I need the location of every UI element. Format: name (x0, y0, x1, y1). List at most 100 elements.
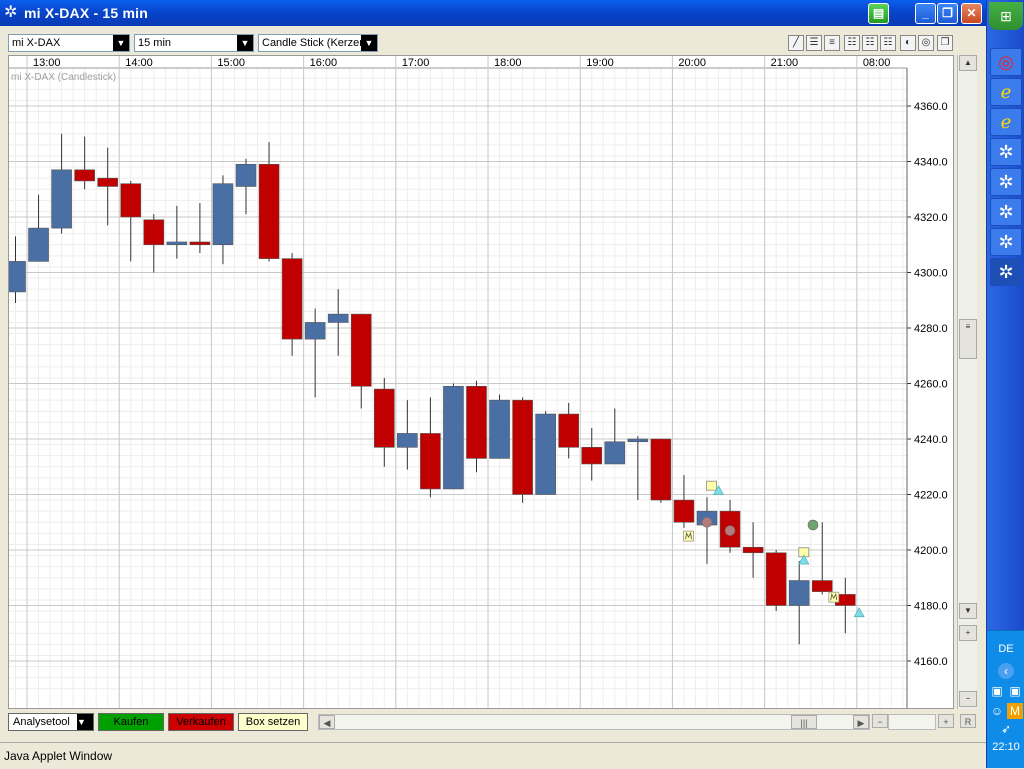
candle-body (166, 241, 188, 246)
app-logo-icon[interactable]: ✲ (990, 198, 1022, 226)
candle-body (673, 499, 695, 523)
signal-m-marker (683, 530, 694, 542)
candle-body (9, 261, 26, 293)
candle-body (811, 580, 833, 592)
zoom-out-x-icon[interactable]: − (872, 714, 888, 728)
reset-button[interactable]: R (960, 714, 976, 728)
candle-body (281, 258, 303, 340)
detach-window-icon[interactable]: ❐ (937, 35, 953, 51)
candle-body (443, 385, 464, 490)
candle-body (604, 441, 626, 465)
chart-toolbar: mi X-DAX ▼ 15 min ▼ Candle Stick (Kerzen… (6, 31, 956, 55)
window-title: mi X-DAX - 15 min (24, 5, 148, 21)
candle-body (466, 385, 487, 459)
candle-body (189, 241, 211, 246)
app-logo-icon[interactable]: ✲ (990, 168, 1022, 196)
analysetool-label: Analysetool (13, 716, 70, 728)
zoom-x-track[interactable] (888, 714, 936, 730)
symbol-select[interactable]: mi X-DAX ▼ (8, 34, 130, 52)
zoom-out-icon[interactable]: − (959, 691, 977, 707)
status-text: Java Applet Window (4, 749, 113, 763)
mail-icon[interactable]: M (1007, 703, 1023, 719)
settings-icon[interactable]: ◎ (918, 35, 934, 51)
chevron-down-icon[interactable]: ▼ (77, 714, 93, 730)
minimize-button[interactable]: _ (915, 3, 936, 24)
interval-select[interactable]: 15 min ▼ (134, 34, 254, 52)
candle-body (535, 413, 556, 495)
rocket-icon[interactable]: ➶ (998, 721, 1014, 737)
candle-body (512, 399, 533, 495)
internet-explorer-icon[interactable]: ℯ (990, 78, 1022, 106)
app-logo-icon[interactable]: ✲ (990, 228, 1022, 256)
signal-circle-marker (724, 525, 736, 536)
signal-circle-marker (807, 519, 819, 531)
vertical-scrollbar[interactable]: ▲ ≡ ▼ + − (957, 55, 977, 709)
sell-button[interactable]: Verkaufen (168, 713, 234, 731)
horizontal-scrollbar[interactable]: ◀ ||| ▶ (318, 714, 870, 730)
candle-body (742, 546, 764, 554)
x-tick-label: 18:00 (494, 57, 522, 69)
language-indicator[interactable]: DE (987, 643, 1024, 655)
network-icon[interactable]: ▣ (989, 683, 1005, 699)
list-icon[interactable]: ☷ (880, 35, 896, 51)
buy-button[interactable]: Kaufen (98, 713, 164, 731)
candle-body (235, 163, 257, 187)
y-tick-label: 4180.0 (914, 601, 948, 613)
taskbar: ⊞ ◎ ℯ ℯ ✲ ✲ ✲ ✲ ✲ DE ‹ ▣ ▣ ☺ M ➶ 22:10 (986, 0, 1024, 768)
x-tick-label: 19:00 (586, 57, 614, 69)
app-logo-icon[interactable]: ✲ (990, 258, 1022, 286)
candlestick-chart[interactable]: 4160.0 4180.0 4200.0 4220.0 4240.0 4260.0 4280… (9, 56, 954, 709)
chevron-down-icon[interactable]: ▼ (113, 35, 129, 51)
candle-body (373, 388, 395, 448)
chart-area[interactable]: 4160.0 4180.0 4200.0 4220.0 4240.0 4260.0 4280… (8, 55, 954, 709)
scroll-thumb[interactable]: ≡ (959, 319, 977, 359)
charttype-select[interactable]: Candle Stick (Kerzen) ▼ (258, 34, 378, 52)
network-icon[interactable]: ▣ (1007, 683, 1023, 699)
scroll-down-icon[interactable]: ▼ (959, 603, 977, 619)
start-button[interactable]: ⊞ (989, 2, 1023, 30)
app-logo-icon[interactable]: ✲ (990, 138, 1022, 166)
scroll-up-icon[interactable]: ▲ (959, 55, 977, 71)
expand-tray-icon[interactable]: ‹ (998, 663, 1014, 679)
zoom-in-x-icon[interactable]: + (938, 714, 954, 728)
scroll-right-icon[interactable]: ▶ (853, 715, 869, 729)
scroll-thumb[interactable]: ||| (791, 715, 817, 729)
y-tick-label: 4360.0 (914, 101, 948, 113)
clock: 22:10 (992, 741, 1020, 753)
candle-body (51, 169, 72, 229)
x-tick-label: 17:00 (402, 57, 430, 69)
candle-body (788, 580, 810, 606)
grid-lines-icon[interactable]: ☷ (844, 35, 860, 51)
y-tick-label: 4240.0 (914, 434, 948, 446)
fibonacci-icon[interactable]: ≡ (824, 35, 840, 51)
y-tick-label: 4220.0 (914, 490, 948, 502)
internet-explorer-icon[interactable]: ℯ (990, 108, 1022, 136)
candle-body (581, 447, 603, 465)
set-box-button[interactable]: Box setzen (238, 713, 308, 731)
chevron-down-icon[interactable]: ▼ (361, 35, 377, 51)
candle-body (765, 552, 787, 606)
app-logo-icon: ✲ (4, 4, 18, 21)
table-icon[interactable]: ☷ (862, 35, 878, 51)
title-bar: ✲ mi X-DAX - 15 min ▤ _ ❐ ✕ (0, 0, 986, 26)
scroll-left-icon[interactable]: ◀ (319, 715, 335, 729)
print-icon[interactable]: ▤ (868, 3, 889, 24)
candle-body (143, 219, 165, 246)
candle-body (420, 433, 441, 490)
maximize-button[interactable]: ❐ (937, 3, 958, 24)
candle-body (74, 169, 95, 182)
messenger-icon[interactable]: ☺ (989, 703, 1005, 719)
horizontal-lines-icon[interactable]: ☰ (806, 35, 822, 51)
x-tick-label: 15:00 (217, 57, 245, 69)
chevron-down-icon[interactable]: ▼ (237, 35, 253, 51)
close-button[interactable]: ✕ (961, 3, 982, 24)
candle-body (627, 438, 649, 443)
opera-icon[interactable]: ◎ (990, 48, 1022, 76)
zoom-in-icon[interactable]: + (959, 625, 977, 641)
analysetool-select[interactable]: Analysetool ▼ (8, 713, 94, 731)
y-tick-label: 4300.0 (914, 268, 948, 280)
draw-line-icon[interactable]: ╱ (788, 35, 804, 51)
x-tick-label: 08:00 (863, 57, 891, 69)
candle-body (489, 399, 510, 459)
zoom-icon[interactable]: ◐ (900, 35, 916, 51)
